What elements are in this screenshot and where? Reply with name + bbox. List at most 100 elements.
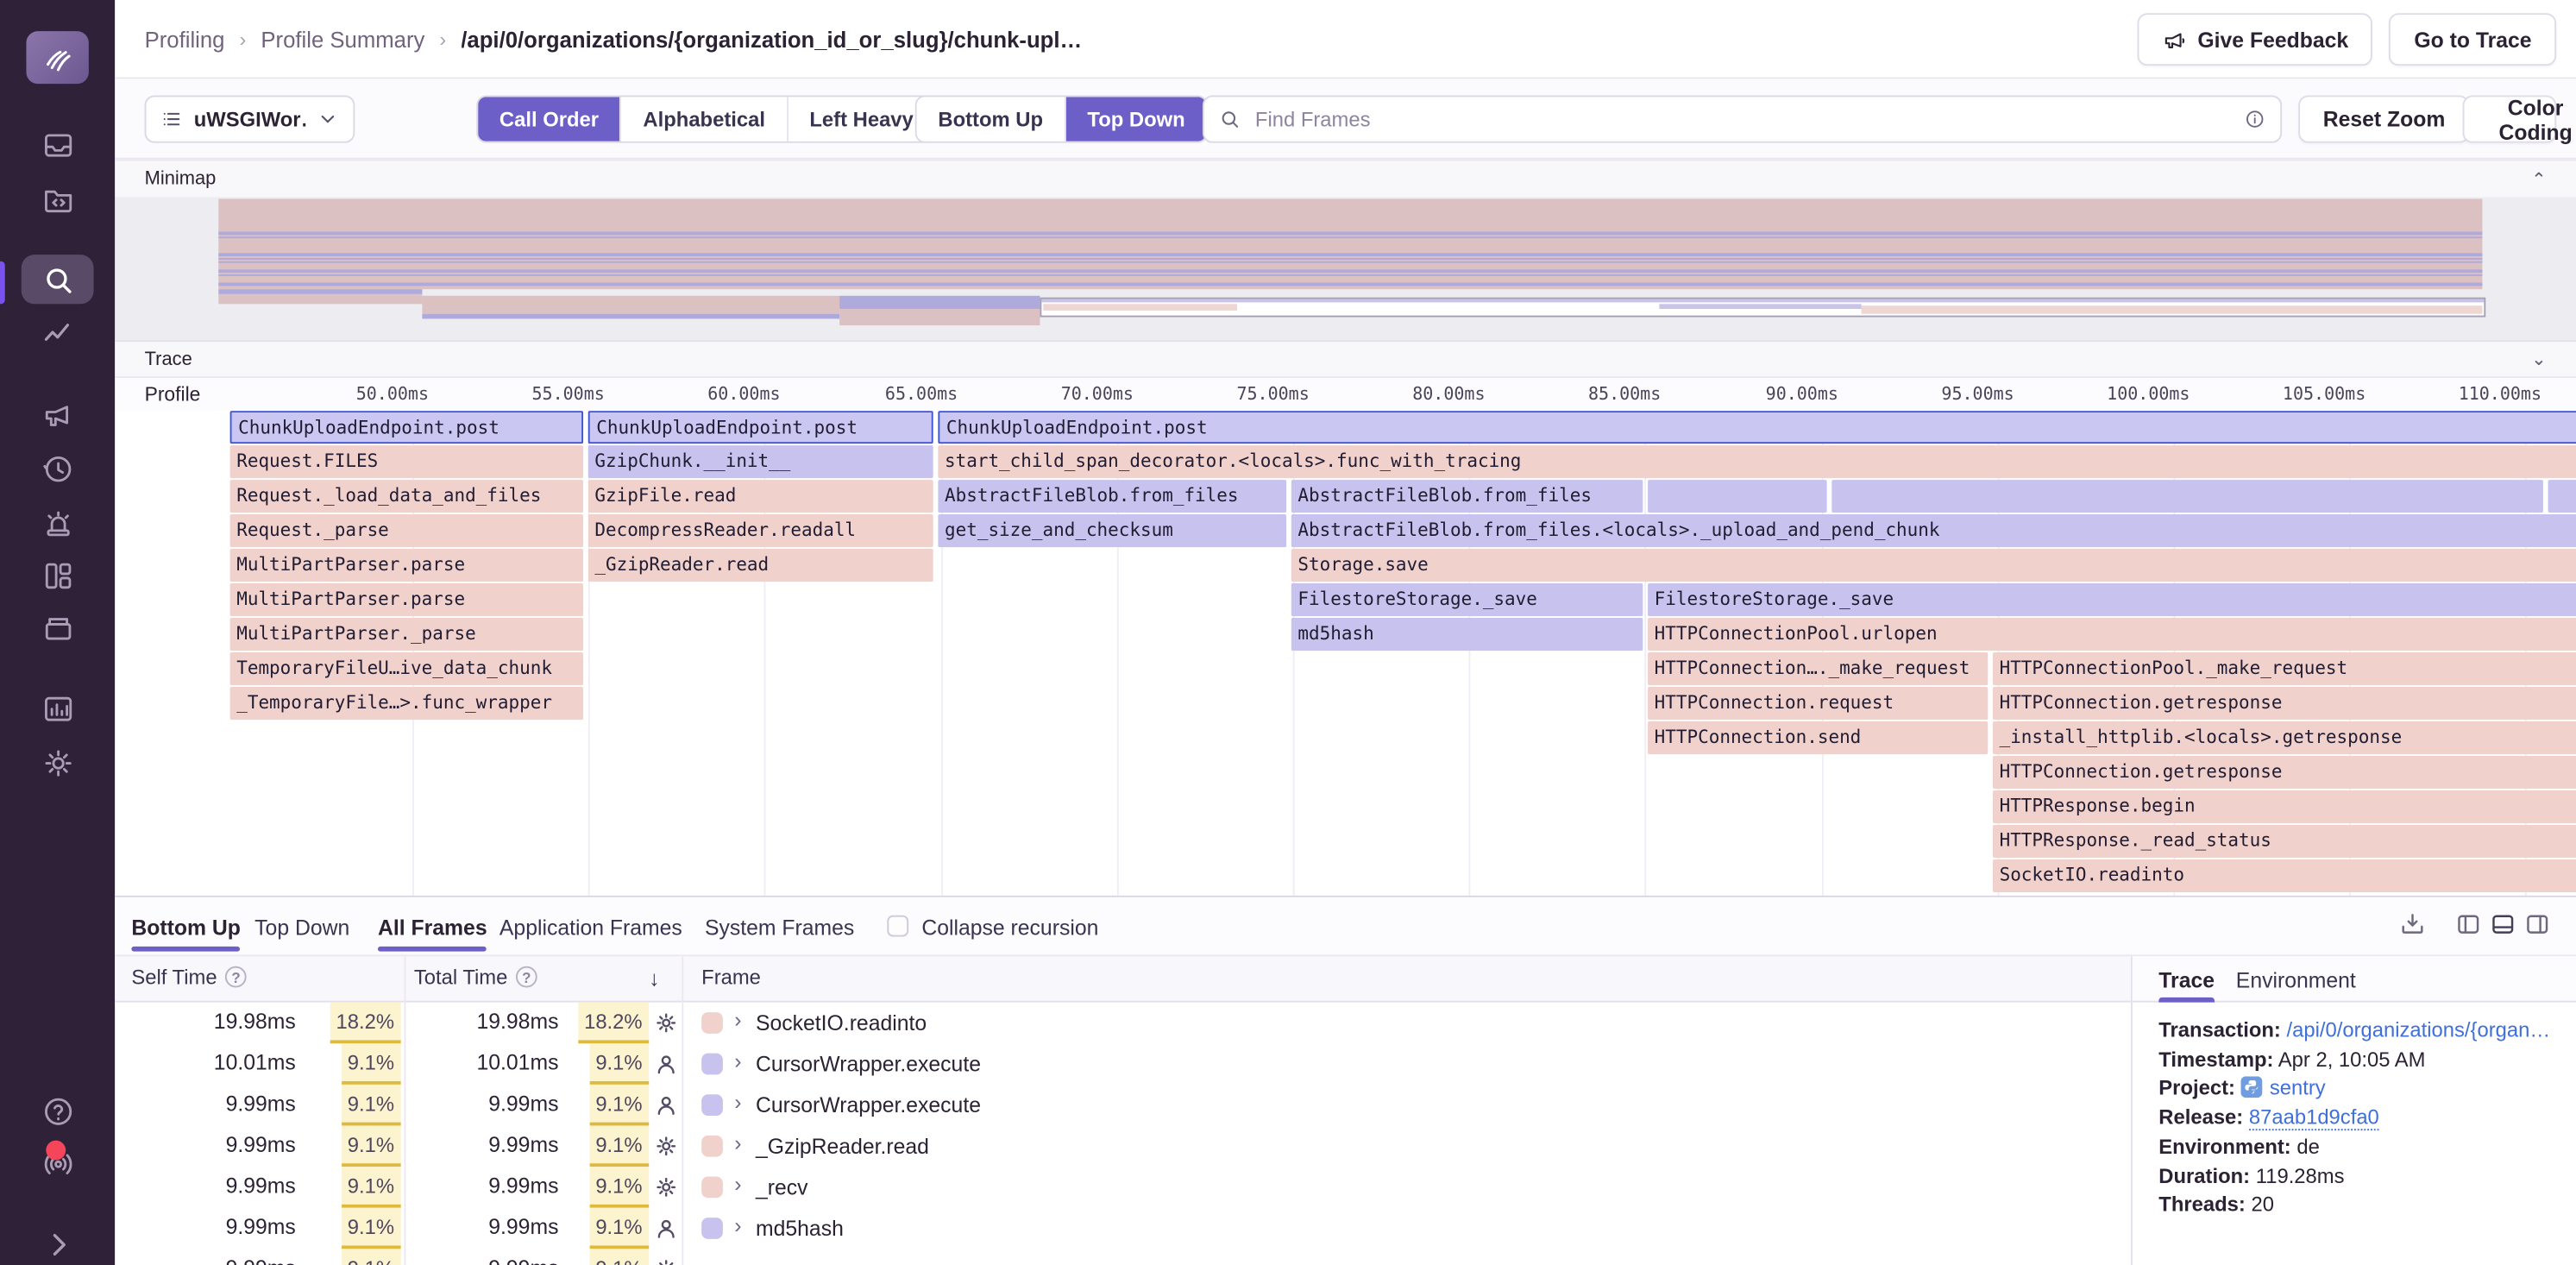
find-frames-input[interactable] bbox=[1252, 106, 2233, 132]
sort-option-call-order[interactable]: Call Order bbox=[478, 97, 622, 141]
flame-frame[interactable] bbox=[1831, 480, 2543, 513]
flame-frame-httpconnectionpool._make_request[interactable]: HTTPConnectionPool._make_request bbox=[1993, 652, 2576, 685]
reset-zoom-button[interactable]: Reset Zoom bbox=[2298, 95, 2470, 142]
flame-frame-get_size_and_checksum[interactable]: get_size_and_checksum bbox=[938, 514, 1286, 547]
flame-frame-multipartparser._parse[interactable]: MultiPartParser._parse bbox=[230, 618, 583, 651]
flame-frame-httpconnectionpool.urlopen[interactable]: HTTPConnectionPool.urlopen bbox=[1648, 618, 2576, 651]
tab-top-down[interactable]: Top Down bbox=[254, 897, 349, 957]
table-row[interactable]: 19.98ms18.2%19.98ms18.2%›SocketIO.readin… bbox=[115, 1003, 2131, 1044]
expand-chevron-icon[interactable]: › bbox=[734, 1130, 741, 1155]
question-icon[interactable]: ? bbox=[225, 966, 247, 988]
self-time-column-header[interactable]: Self Time? bbox=[131, 966, 247, 989]
find-frames-search[interactable] bbox=[1203, 95, 2282, 142]
flame-frame-md5hash[interactable]: md5hash bbox=[1291, 618, 1643, 651]
expand-chevron-icon[interactable]: › bbox=[734, 1172, 741, 1197]
sidebar-item-settings[interactable] bbox=[22, 738, 94, 787]
flame-frame-chunkuploadendpoint.post[interactable]: ChunkUploadEndpoint.post bbox=[588, 411, 933, 444]
project-link[interactable]: sentry bbox=[2270, 1077, 2326, 1100]
flame-frame-chunkuploadendpoint.post[interactable]: ChunkUploadEndpoint.post bbox=[230, 411, 583, 444]
flame-frame-gzipchunk.__init__[interactable]: GzipChunk.__init__ bbox=[588, 445, 933, 478]
flame-frame-storage.save[interactable]: Storage.save bbox=[1291, 549, 2576, 582]
sidebar-item-releases[interactable] bbox=[22, 603, 94, 652]
flame-frame-temporaryfileu-ive_data_chunk[interactable]: TemporaryFileU…ive_data_chunk bbox=[230, 652, 583, 685]
tab-environment[interactable]: Environment bbox=[2236, 956, 2356, 1002]
download-icon[interactable] bbox=[2398, 910, 2431, 943]
question-icon[interactable]: ? bbox=[516, 966, 537, 988]
flame-frame-request.files[interactable]: Request.FILES bbox=[230, 445, 583, 478]
flame-frame-multipartparser.parse[interactable]: MultiPartParser.parse bbox=[230, 549, 583, 582]
sort-direction-icon[interactable]: ↓ bbox=[649, 966, 659, 991]
expand-chevron-icon[interactable]: › bbox=[734, 1007, 741, 1032]
flame-frame-filestorestorage._save[interactable]: FilestoreStorage._save bbox=[1648, 583, 2576, 616]
flamegraph-canvas[interactable]: ChunkUploadEndpoint.postChunkUploadEndpo… bbox=[115, 411, 2576, 896]
thread-selector-dropdown[interactable]: uWSGIWor… bbox=[145, 95, 355, 142]
sidebar-item-feedback[interactable] bbox=[22, 389, 94, 438]
flame-frame-httpresponse._read_status[interactable]: HTTPResponse._read_status bbox=[1993, 825, 2576, 858]
go-to-trace-button[interactable]: Go to Trace bbox=[2390, 13, 2556, 66]
tab-application-frames[interactable]: Application Frames bbox=[499, 897, 682, 957]
sort-option-alphabetical[interactable]: Alphabetical bbox=[622, 97, 789, 141]
table-row[interactable]: 9.99ms9.1%9.99ms9.1%›_GzipReader.read bbox=[115, 1125, 2131, 1167]
table-row[interactable]: 9.99ms9.1%9.99ms9.1%›CursorWrapper.execu… bbox=[115, 1085, 2131, 1126]
sidebar-item-search[interactable] bbox=[22, 255, 94, 304]
breadcrumb-profile-summary[interactable]: Profile Summary bbox=[261, 27, 424, 52]
flame-frame-start_child_span_decorator.-locals-.func_with_tracing[interactable]: start_child_span_decorator.<locals>.func… bbox=[938, 445, 2576, 478]
sidebar-item-help[interactable] bbox=[22, 1086, 94, 1136]
total-time-column-header[interactable]: Total Time? bbox=[414, 966, 537, 989]
flame-frame-request._parse[interactable]: Request._parse bbox=[230, 514, 583, 547]
flame-frame-socketio.readinto[interactable]: SocketIO.readinto bbox=[1993, 859, 2576, 892]
flame-frame-_gzipreader.read[interactable]: _GzipReader.read bbox=[588, 549, 933, 582]
sidebar-item-stats[interactable] bbox=[22, 683, 94, 733]
expand-chevron-icon[interactable]: › bbox=[734, 1090, 741, 1115]
flame-frame-httpconnection.getresponse[interactable]: HTTPConnection.getresponse bbox=[1993, 687, 2576, 720]
sidebar-item-dashboards[interactable] bbox=[22, 551, 94, 600]
flame-frame-httpconnection-._make_request[interactable]: HTTPConnection…._make_request bbox=[1648, 652, 1988, 685]
flame-frame-multipartparser.parse[interactable]: MultiPartParser.parse bbox=[230, 583, 583, 616]
layout-left-panel-icon[interactable] bbox=[2454, 910, 2487, 943]
tab-system-frames[interactable]: System Frames bbox=[705, 897, 854, 957]
sidebar-item-traces[interactable] bbox=[22, 309, 94, 358]
sidebar-item-replays[interactable] bbox=[22, 444, 94, 493]
sidebar-item-broadcast[interactable] bbox=[22, 1139, 94, 1188]
expand-chevron-icon[interactable]: › bbox=[734, 1048, 741, 1073]
flame-frame[interactable] bbox=[1648, 480, 1827, 513]
flame-frame-_install_httplib.-locals-.getresponse[interactable]: _install_httplib.<locals>.getresponse bbox=[1993, 721, 2576, 754]
sidebar-item-alerts[interactable] bbox=[22, 498, 94, 547]
expand-chevron-icon[interactable]: › bbox=[734, 1212, 741, 1237]
flame-frame-gzipfile.read[interactable]: GzipFile.read bbox=[588, 480, 933, 513]
frame-column-header[interactable]: Frame bbox=[701, 966, 761, 989]
sort-option-left-heavy[interactable]: Left Heavy bbox=[789, 97, 935, 141]
flame-frame-httpconnection.send[interactable]: HTTPConnection.send bbox=[1648, 721, 1988, 754]
flame-frame-httpconnection.request[interactable]: HTTPConnection.request bbox=[1648, 687, 1988, 720]
info-icon[interactable] bbox=[2244, 109, 2265, 130]
sidebar-item-expand[interactable] bbox=[22, 1219, 94, 1265]
trace-collapse-icon[interactable]: ⌄ bbox=[2531, 349, 2547, 370]
tab-bottom-up[interactable]: Bottom Up bbox=[131, 897, 241, 957]
direction-option-bottom-up[interactable]: Bottom Up bbox=[917, 97, 1066, 141]
flame-frame-_temporaryfile-.func_wrapper[interactable]: _TemporaryFile…>.func_wrapper bbox=[230, 687, 583, 720]
flame-frame-httpresponse.begin[interactable]: HTTPResponse.begin bbox=[1993, 790, 2576, 823]
flame-frame[interactable] bbox=[2548, 480, 2576, 513]
table-row[interactable]: 9.99ms9.1%9.99ms9.1%›md5hash bbox=[115, 1208, 2131, 1249]
breadcrumb-profiling[interactable]: Profiling bbox=[145, 27, 225, 52]
table-row[interactable]: 10.01ms9.1%10.01ms9.1%›CursorWrapper.exe… bbox=[115, 1043, 2131, 1085]
give-feedback-button[interactable]: Give Feedback bbox=[2137, 13, 2373, 66]
minimap-canvas[interactable] bbox=[115, 198, 2576, 341]
tab-trace[interactable]: Trace bbox=[2158, 956, 2215, 1002]
flame-frame-abstractfileblob.from_files[interactable]: AbstractFileBlob.from_files bbox=[1291, 480, 1643, 513]
table-row[interactable]: 9.99ms9.1%9.99ms9.1%›_recv bbox=[115, 1167, 2131, 1208]
layout-right-panel-icon[interactable] bbox=[2523, 910, 2556, 943]
flame-frame-request._load_data_and_files[interactable]: Request._load_data_and_files bbox=[230, 480, 583, 513]
minimap-collapse-icon[interactable]: ⌃ bbox=[2531, 168, 2547, 190]
flame-frame-httpconnection.getresponse[interactable]: HTTPConnection.getresponse bbox=[1993, 756, 2576, 789]
release-link[interactable]: 87aab1d9cfa0 bbox=[2249, 1106, 2379, 1131]
flame-frame-abstractfileblob.from_files[interactable]: AbstractFileBlob.from_files bbox=[938, 480, 1286, 513]
table-row[interactable]: 9.99ms9.1%9.99ms9.1% bbox=[115, 1249, 2131, 1265]
layout-bottom-panel-icon[interactable] bbox=[2489, 910, 2522, 943]
color-coding-dropdown[interactable]: Color Coding bbox=[2463, 95, 2557, 142]
sidebar-item-explore[interactable] bbox=[22, 174, 94, 223]
sentry-logo[interactable] bbox=[26, 31, 88, 84]
flame-frame-filestorestorage._save[interactable]: FilestoreStorage._save bbox=[1291, 583, 1643, 616]
direction-option-top-down[interactable]: Top Down bbox=[1066, 97, 1207, 141]
flame-frame-chunkuploadendpoint.post[interactable]: ChunkUploadEndpoint.post bbox=[938, 411, 2576, 444]
